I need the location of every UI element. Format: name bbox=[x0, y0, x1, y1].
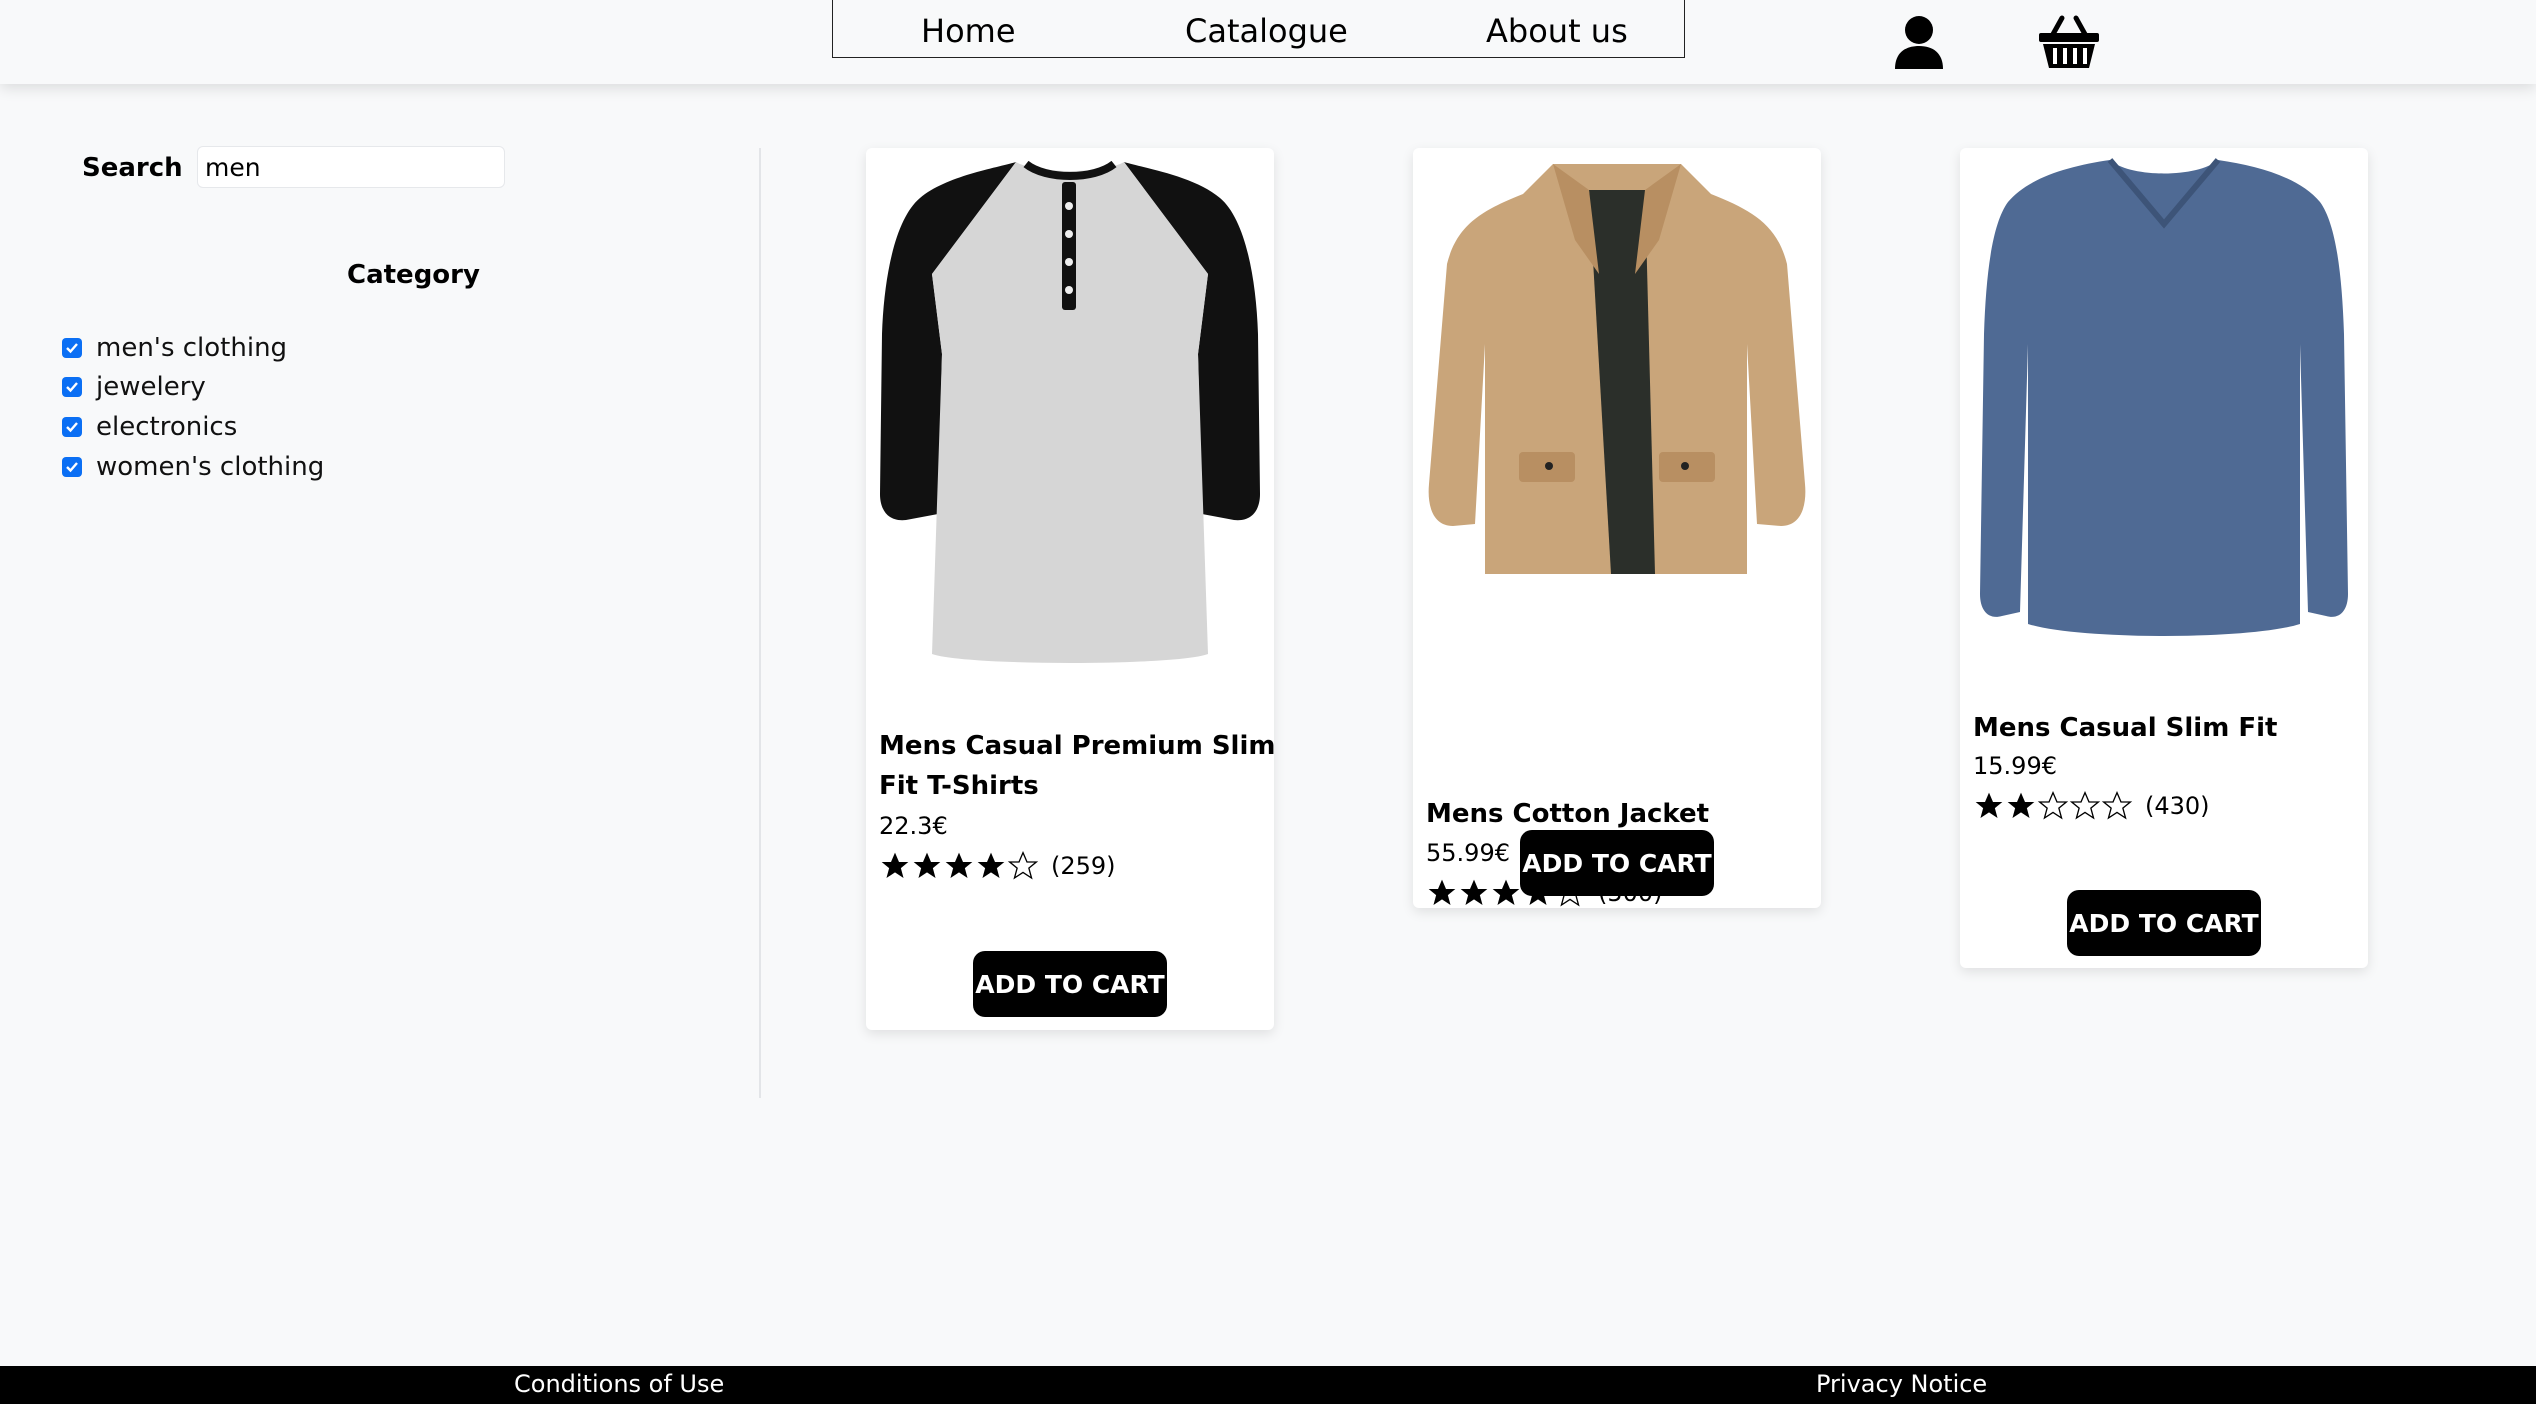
privacy-notice-link[interactable]: Privacy Notice bbox=[1816, 1370, 1987, 1398]
conditions-of-use-link[interactable]: Conditions of Use bbox=[514, 1370, 724, 1398]
category-item-electronics[interactable]: electronics bbox=[62, 409, 237, 445]
category-item-mens-clothing[interactable]: men's clothing bbox=[62, 330, 287, 366]
add-to-cart-button[interactable]: ADD TO CART bbox=[1520, 830, 1714, 896]
star-filled-icon bbox=[881, 852, 909, 878]
nav-home-link[interactable]: Home bbox=[921, 12, 1016, 50]
star-empty-icon bbox=[2037, 790, 2069, 820]
rating: (259) bbox=[879, 845, 1116, 887]
add-to-cart-button[interactable]: ADD TO CART bbox=[973, 951, 1167, 1017]
rating-count: (430) bbox=[2145, 792, 2210, 820]
add-to-cart-button[interactable]: ADD TO CART bbox=[2067, 890, 2261, 956]
sidebar-divider bbox=[759, 148, 761, 1098]
product-card[interactable]: Mens Cotton Jacket 55.99€ (500) ADD TO C… bbox=[1413, 148, 1821, 908]
star-filled-icon bbox=[2007, 792, 2035, 818]
product-name[interactable]: Mens Cotton Jacket bbox=[1426, 794, 1826, 834]
basket-icon[interactable] bbox=[2038, 14, 2100, 70]
star-filled-icon bbox=[977, 852, 1005, 878]
star-filled-icon bbox=[1975, 792, 2003, 818]
checkbox[interactable] bbox=[62, 417, 82, 437]
product-card[interactable]: Mens Casual Slim Fit 15.99€ (430) ADD TO… bbox=[1960, 148, 2368, 968]
checkbox[interactable] bbox=[62, 457, 82, 477]
star-empty-icon bbox=[1007, 850, 1039, 880]
product-price: 22.3€ bbox=[879, 812, 948, 840]
user-icon[interactable] bbox=[1893, 15, 1945, 69]
search-input[interactable] bbox=[197, 146, 505, 188]
star-filled-icon bbox=[1492, 879, 1520, 905]
category-item-jewelery[interactable]: jewelery bbox=[62, 369, 206, 405]
category-label: electronics bbox=[96, 412, 238, 442]
product-image[interactable] bbox=[1423, 154, 1811, 578]
product-card[interactable]: Mens Casual Premium Slim Fit T-Shirts 22… bbox=[866, 148, 1275, 1030]
product-name[interactable]: Mens Casual Slim Fit bbox=[1973, 708, 2373, 748]
category-label: jewelery bbox=[96, 372, 206, 402]
category-item-womens-clothing[interactable]: women's clothing bbox=[62, 449, 324, 485]
filter-sidebar bbox=[0, 84, 760, 1099]
star-filled-icon bbox=[1460, 879, 1488, 905]
star-filled-icon bbox=[1428, 879, 1456, 905]
nav-about-link[interactable]: About us bbox=[1486, 12, 1628, 50]
rating-count: (259) bbox=[1051, 852, 1116, 880]
category-label: men's clothing bbox=[96, 333, 288, 363]
star-filled-icon bbox=[945, 852, 973, 878]
product-price: 55.99€ bbox=[1426, 839, 1510, 867]
star-empty-icon bbox=[2101, 790, 2133, 820]
product-price: 15.99€ bbox=[1973, 752, 2057, 780]
site-footer: Conditions of Use Privacy Notice bbox=[0, 1366, 2536, 1404]
main-nav: Home Catalogue About us bbox=[832, 0, 1685, 58]
rating: (430) bbox=[1973, 785, 2210, 827]
search-label: Search bbox=[82, 153, 183, 183]
product-image[interactable] bbox=[1970, 154, 2358, 644]
star-empty-icon bbox=[2069, 790, 2101, 820]
category-title: Category bbox=[347, 260, 480, 290]
star-filled-icon bbox=[913, 852, 941, 878]
checkbox[interactable] bbox=[62, 338, 82, 358]
nav-catalogue-link[interactable]: Catalogue bbox=[1185, 12, 1348, 50]
product-image[interactable] bbox=[876, 154, 1264, 674]
product-name[interactable]: Mens Casual Premium Slim Fit T-Shirts bbox=[879, 726, 1279, 806]
checkbox[interactable] bbox=[62, 377, 82, 397]
site-header: Home Catalogue About us bbox=[0, 0, 2536, 84]
category-label: women's clothing bbox=[96, 452, 325, 482]
